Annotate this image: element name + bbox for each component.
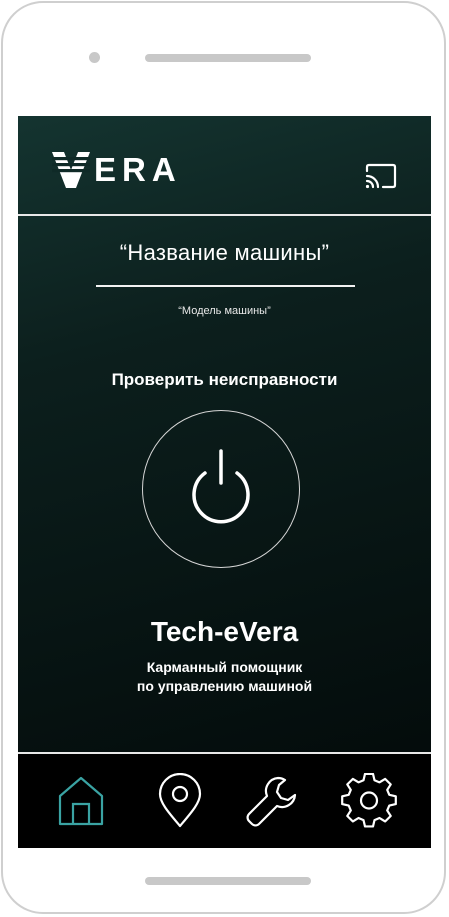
app-logo: ERA xyxy=(52,152,182,188)
location-pin-icon xyxy=(158,773,202,828)
app-header: ERA xyxy=(18,116,431,214)
wrench-icon xyxy=(246,776,297,827)
app-subtitle-line2: по управлению машиной xyxy=(136,678,313,694)
tab-service[interactable] xyxy=(227,754,317,848)
vera-v-logo-icon xyxy=(52,152,90,188)
app-subtitle-line1: Карманный помощник xyxy=(146,659,303,675)
car-name-underline xyxy=(96,285,355,287)
logo-text: ERA xyxy=(94,151,182,188)
cast-icon xyxy=(365,163,397,189)
power-button[interactable] xyxy=(142,410,300,568)
car-name[interactable]: “Название машины” xyxy=(18,240,431,266)
cast-button[interactable] xyxy=(364,162,398,190)
app-subtitle: Карманный помощник по управлению машиной xyxy=(18,658,431,696)
tab-location[interactable] xyxy=(135,754,225,848)
camera-dot xyxy=(89,52,100,63)
home-indicator xyxy=(145,877,311,885)
tab-home[interactable] xyxy=(36,754,126,848)
bottom-tabbar xyxy=(18,754,431,848)
power-icon xyxy=(192,449,250,524)
tab-settings[interactable] xyxy=(324,754,414,848)
app-screen: ERA “Название машины” “Модель машины” Пр… xyxy=(18,116,431,848)
home-icon xyxy=(58,776,104,826)
speaker-grille xyxy=(145,54,311,62)
gear-icon xyxy=(341,773,397,828)
header-divider xyxy=(18,214,431,216)
check-faults-label: Проверить неисправности xyxy=(111,370,338,389)
car-model: “Модель машины” xyxy=(178,305,271,317)
app-title: Tech-eVera xyxy=(150,616,299,647)
